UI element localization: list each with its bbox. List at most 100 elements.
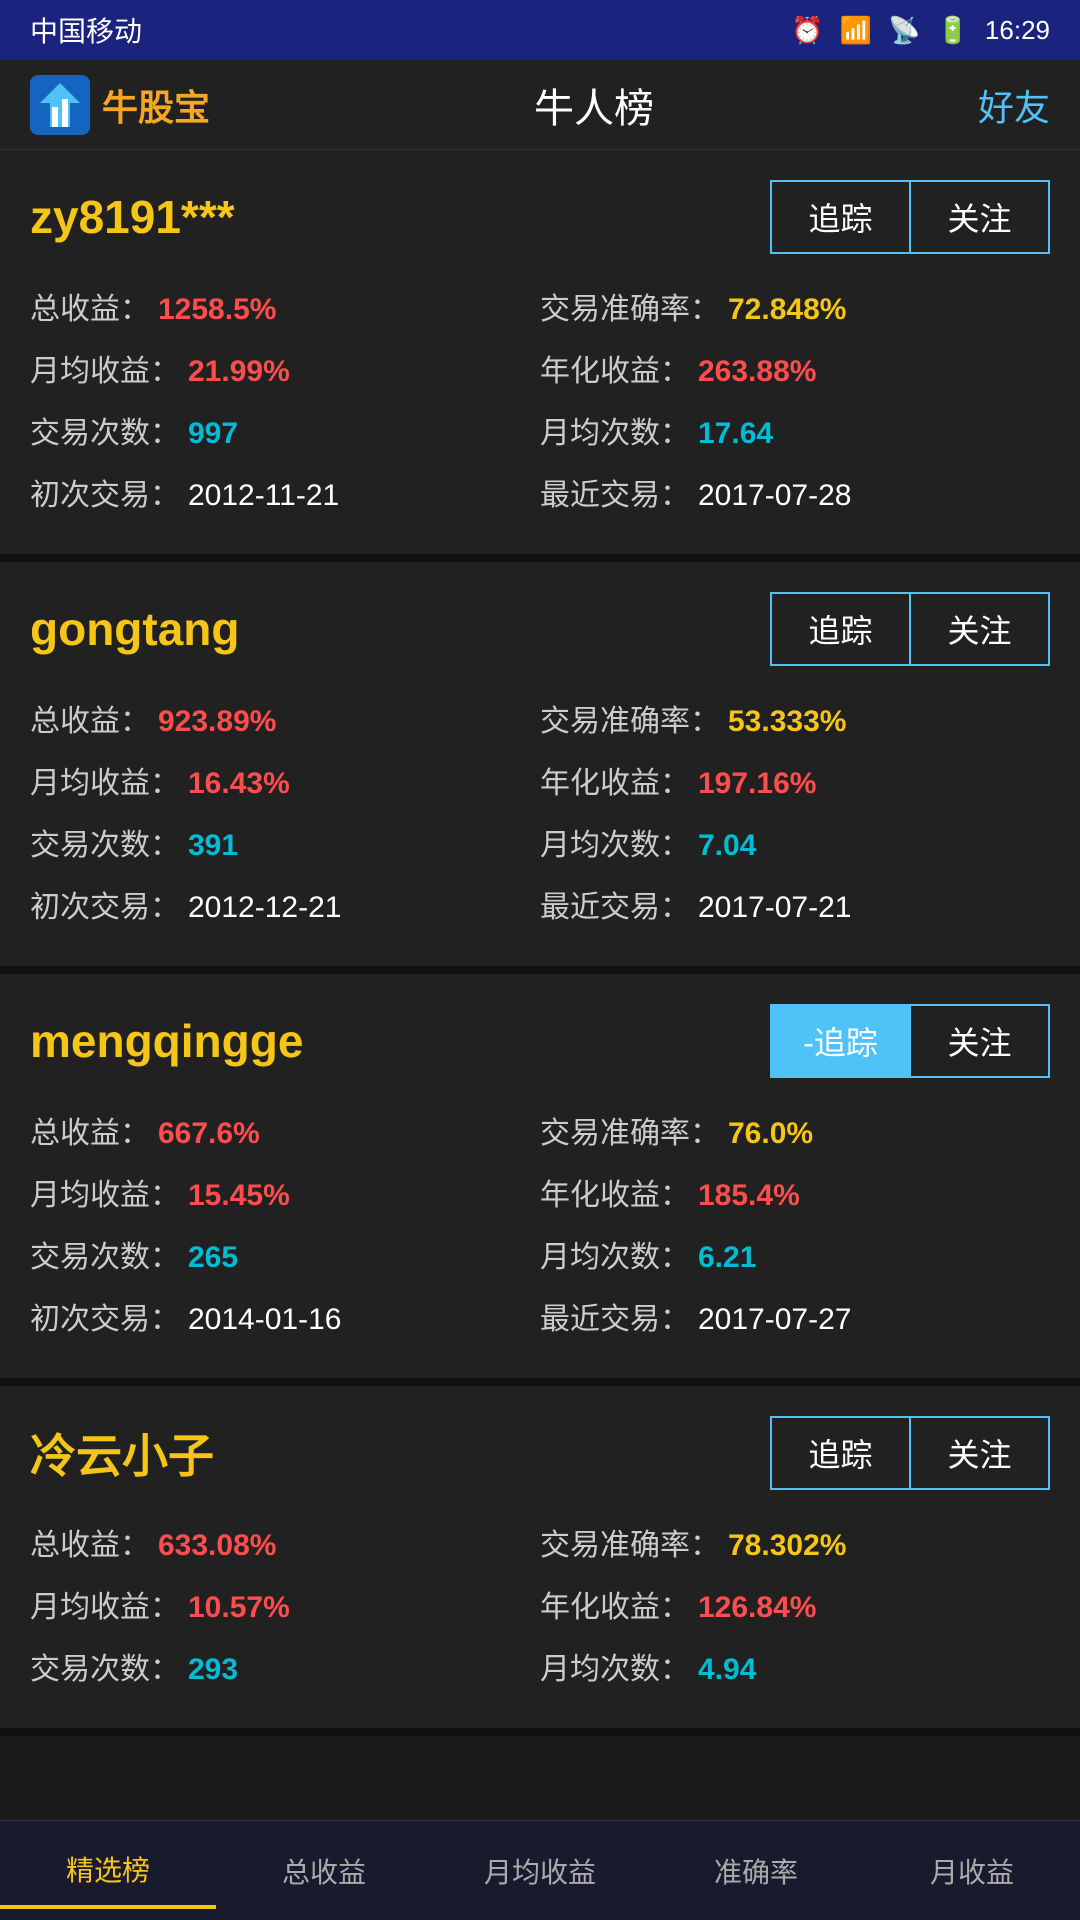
stat-row-2-right-0: 交易准确率：76.0%: [540, 1108, 1050, 1152]
stat-value-0-l-1: 21.99%: [188, 355, 290, 389]
stat-row-1-right-3: 最近交易：2017-07-21: [540, 882, 1050, 926]
track-button-1[interactable]: 追踪: [770, 592, 910, 666]
card-buttons-0: 追踪关注: [770, 180, 1050, 254]
status-icons: ⏰ 📶 📡 🔋 16:29: [791, 15, 1050, 46]
stat-row-2-right-2: 月均次数：6.21: [540, 1232, 1050, 1276]
stat-value-1-l-2: 391: [188, 829, 238, 863]
card-buttons-2: -追踪关注: [770, 1004, 1050, 1078]
card-header-0: zy8191*** 追踪关注: [30, 180, 1050, 254]
stat-label-0-r-2: 月均次数：: [540, 408, 690, 452]
stat-value-3-l-2: 293: [188, 1653, 238, 1687]
friend-button[interactable]: 好友: [978, 79, 1050, 131]
card-header-1: gongtang追踪关注: [30, 592, 1050, 666]
stat-label-2-r-1: 年化收益：: [540, 1170, 690, 1214]
stat-label-1-r-1: 年化收益：: [540, 758, 690, 802]
stat-label-2-r-0: 交易准确率：: [540, 1108, 720, 1152]
stat-row-3-right-1: 年化收益：126.84%: [540, 1582, 1050, 1626]
stat-label-1-l-3: 初次交易：: [30, 882, 180, 926]
stats-grid-3: 总收益：633.08%交易准确率：78.302%月均收益：10.57%年化收益：…: [30, 1520, 1050, 1688]
stat-label-2-l-2: 交易次数：: [30, 1232, 180, 1276]
stat-row-0-right-2: 月均次数：17.64: [540, 408, 1050, 452]
card-buttons-1: 追踪关注: [770, 592, 1050, 666]
stat-value-0-l-2: 997: [188, 417, 238, 451]
stat-row-3-left-2: 交易次数：293: [30, 1644, 540, 1688]
stat-row-1-left-3: 初次交易：2012-12-21: [30, 882, 540, 926]
card-header-3: 冷云小子追踪关注: [30, 1416, 1050, 1490]
stat-label-1-r-0: 交易准确率：: [540, 696, 720, 740]
clock-icon: ⏰: [791, 15, 823, 46]
stat-row-1-right-0: 交易准确率：53.333%: [540, 696, 1050, 740]
stat-label-3-r-2: 月均次数：: [540, 1644, 690, 1688]
logo-text: 牛股宝: [102, 79, 210, 131]
stat-label-3-l-2: 交易次数：: [30, 1644, 180, 1688]
tab-0[interactable]: 精选榜: [0, 1833, 216, 1909]
stat-value-3-l-0: 633.08%: [158, 1529, 276, 1563]
user-card-3: 冷云小子追踪关注总收益：633.08%交易准确率：78.302%月均收益：10.…: [0, 1386, 1080, 1736]
stat-row-3-left-1: 月均收益：10.57%: [30, 1582, 540, 1626]
stat-label-0-l-3: 初次交易：: [30, 470, 180, 514]
track-button-3[interactable]: 追踪: [770, 1416, 910, 1490]
stat-label-0-l-2: 交易次数：: [30, 408, 180, 452]
user-card-1: gongtang追踪关注总收益：923.89%交易准确率：53.333%月均收益…: [0, 562, 1080, 974]
stat-row-1-right-2: 月均次数：7.04: [540, 820, 1050, 864]
tab-4[interactable]: 月收益: [864, 1835, 1080, 1907]
stat-row-0-left-3: 初次交易：2012-11-21: [30, 470, 540, 514]
stat-value-3-r-0: 78.302%: [728, 1529, 846, 1563]
stat-value-3-r-2: 4.94: [698, 1653, 756, 1687]
stat-value-0-r-0: 72.848%: [728, 293, 846, 327]
stat-row-2-right-1: 年化收益：185.4%: [540, 1170, 1050, 1214]
card-buttons-3: 追踪关注: [770, 1416, 1050, 1490]
stat-value-1-l-1: 16.43%: [188, 767, 290, 801]
stat-value-1-l-3: 2012-12-21: [188, 891, 341, 925]
tab-1[interactable]: 总收益: [216, 1835, 432, 1907]
tab-3[interactable]: 准确率: [648, 1835, 864, 1907]
logo-icon: [30, 75, 90, 135]
stat-label-3-l-0: 总收益：: [30, 1520, 150, 1564]
stat-value-0-l-0: 1258.5%: [158, 293, 276, 327]
stat-row-0-left-0: 总收益：1258.5%: [30, 284, 540, 328]
stats-grid-1: 总收益：923.89%交易准确率：53.333%月均收益：16.43%年化收益：…: [30, 696, 1050, 926]
stat-row-0-right-3: 最近交易：2017-07-28: [540, 470, 1050, 514]
stat-value-1-l-0: 923.89%: [158, 705, 276, 739]
stat-row-1-left-1: 月均收益：16.43%: [30, 758, 540, 802]
track-button-2[interactable]: -追踪: [770, 1004, 910, 1078]
stats-grid-0: 总收益：1258.5%交易准确率：72.848%月均收益：21.99%年化收益：…: [30, 284, 1050, 514]
stat-value-2-r-1: 185.4%: [698, 1179, 800, 1213]
stat-value-1-r-2: 7.04: [698, 829, 756, 863]
stat-value-2-r-2: 6.21: [698, 1241, 756, 1275]
stat-label-2-l-3: 初次交易：: [30, 1294, 180, 1338]
user-card-0: zy8191***追踪关注总收益：1258.5%交易准确率：72.848%月均收…: [0, 150, 1080, 562]
stat-label-1-l-1: 月均收益：: [30, 758, 180, 802]
tab-2[interactable]: 月均收益: [432, 1835, 648, 1907]
follow-button-2[interactable]: 关注: [910, 1004, 1050, 1078]
stat-label-0-r-3: 最近交易：: [540, 470, 690, 514]
user-card-2: mengqingge-追踪关注总收益：667.6%交易准确率：76.0%月均收益…: [0, 974, 1080, 1386]
stat-value-2-r-3: 2017-07-27: [698, 1303, 851, 1337]
stat-row-0-right-0: 交易准确率：72.848%: [540, 284, 1050, 328]
stat-label-2-r-2: 月均次数：: [540, 1232, 690, 1276]
wifi-icon: 📶: [840, 15, 872, 46]
stat-value-1-r-0: 53.333%: [728, 705, 846, 739]
signal-icon: 📡: [888, 15, 920, 46]
stats-grid-2: 总收益：667.6%交易准确率：76.0%月均收益：15.45%年化收益：185…: [30, 1108, 1050, 1338]
username-2: mengqingge: [30, 1014, 303, 1068]
track-button-0[interactable]: 追踪: [770, 180, 910, 254]
stat-value-2-l-3: 2014-01-16: [188, 1303, 341, 1337]
username-0: zy8191***: [30, 190, 235, 244]
stat-label-2-l-0: 总收益：: [30, 1108, 150, 1152]
stat-row-1-left-2: 交易次数：391: [30, 820, 540, 864]
follow-button-1[interactable]: 关注: [910, 592, 1050, 666]
stat-value-2-r-0: 76.0%: [728, 1117, 813, 1151]
follow-button-3[interactable]: 关注: [910, 1416, 1050, 1490]
stat-label-0-r-0: 交易准确率：: [540, 284, 720, 328]
card-header-2: mengqingge -追踪关注: [30, 1004, 1050, 1078]
follow-button-0[interactable]: 关注: [910, 180, 1050, 254]
stat-label-2-r-3: 最近交易：: [540, 1294, 690, 1338]
stat-row-2-left-0: 总收益：667.6%: [30, 1108, 540, 1152]
stat-label-1-r-2: 月均次数：: [540, 820, 690, 864]
stat-label-3-r-1: 年化收益：: [540, 1582, 690, 1626]
cards-container: zy8191***追踪关注总收益：1258.5%交易准确率：72.848%月均收…: [0, 150, 1080, 1846]
stat-row-2-left-3: 初次交易：2014-01-16: [30, 1294, 540, 1338]
stat-row-2-left-1: 月均收益：15.45%: [30, 1170, 540, 1214]
logo-container: 牛股宝: [30, 75, 210, 135]
